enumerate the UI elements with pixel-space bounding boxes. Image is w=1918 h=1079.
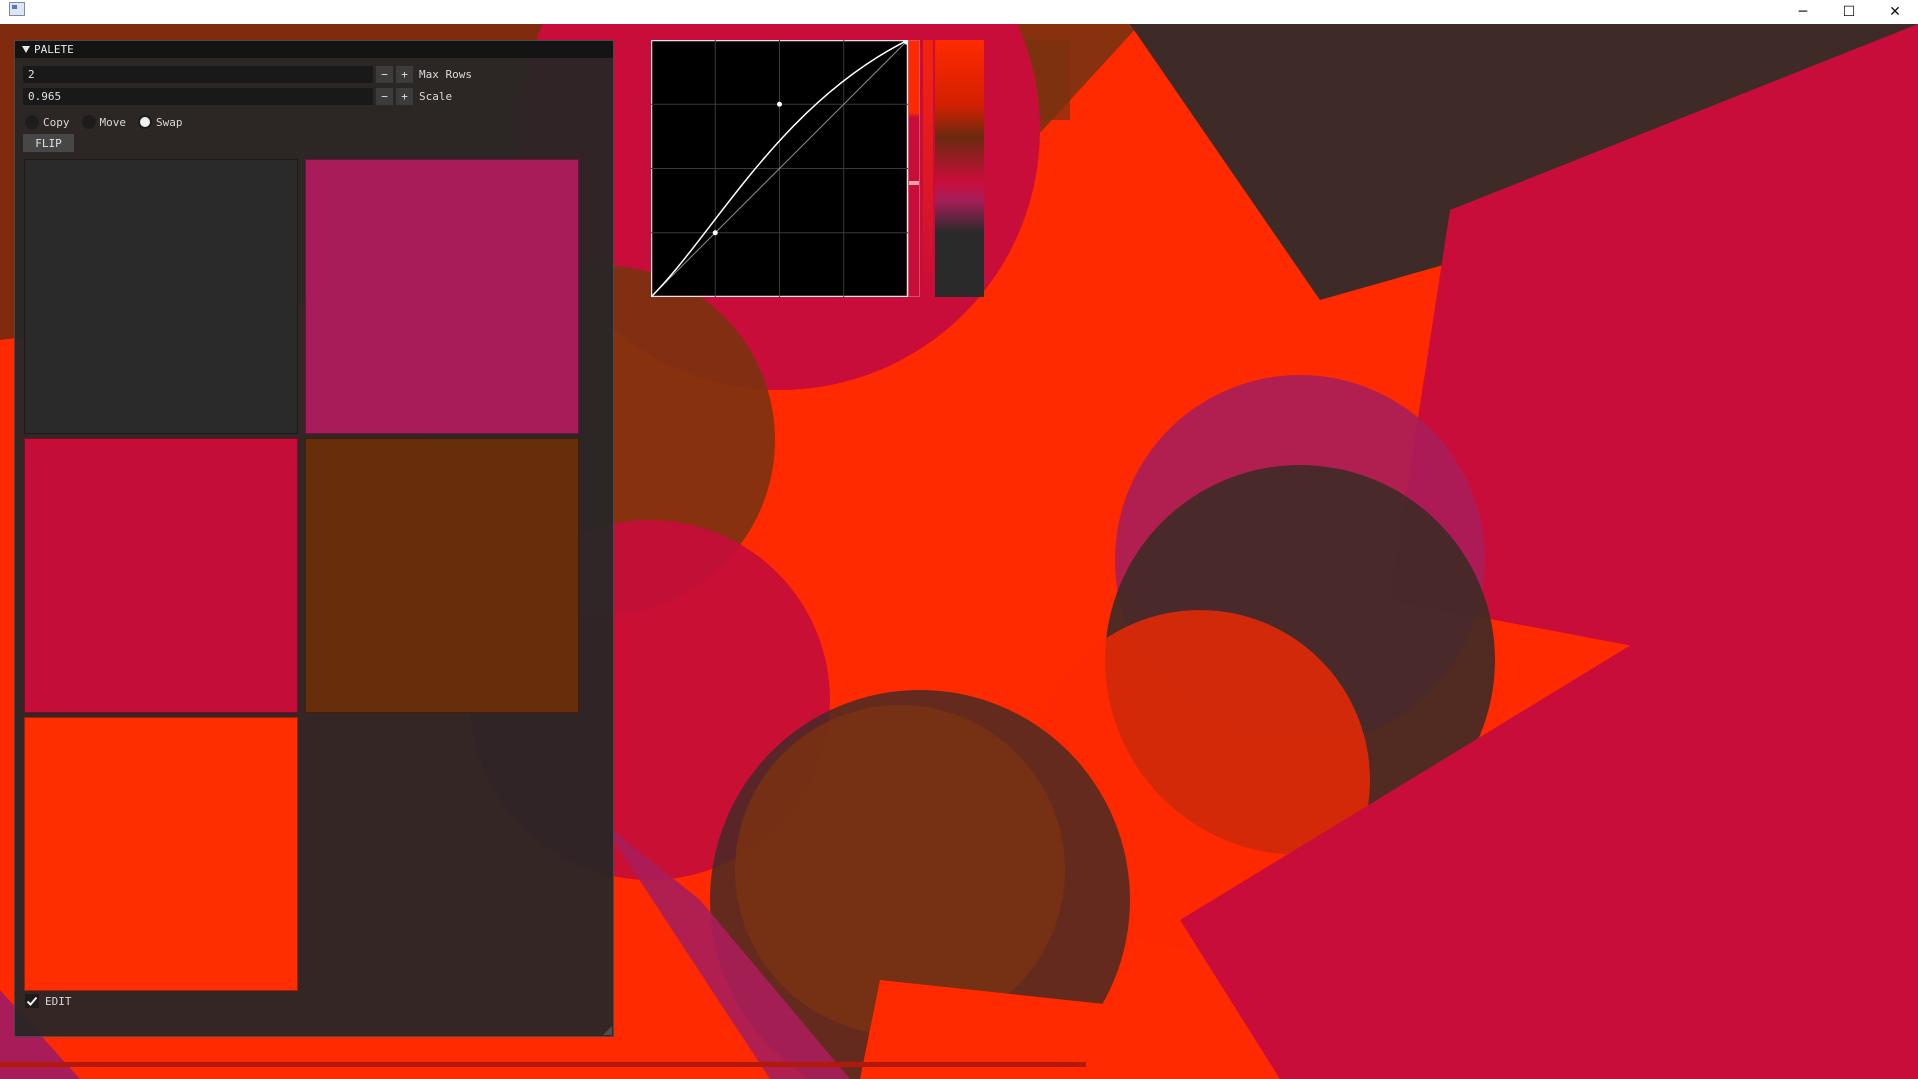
close-button[interactable]: ✕ [1872,0,1918,24]
radio-label: Copy [43,115,70,129]
max-rows-input[interactable] [23,66,373,83]
control-point[interactable] [712,230,718,236]
max-rows-label: Max Rows [419,68,472,81]
radio-copy[interactable]: Copy [25,115,70,129]
app-window-icon [9,2,25,16]
scale-decrement-button[interactable]: − [376,88,393,105]
max-rows-decrement-button[interactable]: − [376,66,393,83]
radio-label: Move [99,115,127,129]
radio-dot [25,115,39,129]
gradient-ramp[interactable] [935,40,984,297]
palette-panel: PALETE − + Max Rows − + Scale Copy Move … [14,40,614,1037]
panel-title: PALETE [34,43,74,56]
mode-radio-group: Copy Move Swap [25,114,195,130]
title-bar: ─ ☐ ✕ [0,0,1918,24]
swatch-1[interactable] [24,159,298,434]
ramp-preview-strip[interactable] [908,40,920,297]
radio-label: Swap [156,115,183,129]
radio-dot [81,115,96,129]
maximize-button[interactable]: ☐ [1826,0,1872,24]
curve-editor[interactable] [651,40,908,297]
flip-button[interactable]: FLIP [23,134,74,152]
radio-move[interactable]: Move [81,115,127,129]
edit-label: EDIT [45,994,72,1008]
swatch-2[interactable] [305,159,579,434]
minimize-button[interactable]: ─ [1780,0,1826,24]
max-rows-row: − + Max Rows [23,66,472,83]
checkmark-icon [26,996,38,1006]
ramp-secondary-strip [923,40,933,297]
swatch-4[interactable] [305,438,579,713]
panel-header[interactable]: PALETE [15,41,613,58]
scale-label: Scale [419,90,453,103]
scale-input[interactable] [23,88,373,105]
checkbox-box [25,994,39,1008]
radio-dot-selected [138,115,152,129]
edit-checkbox[interactable]: EDIT [25,994,72,1008]
swatch-5[interactable] [24,717,298,991]
progress-bar [0,1062,1086,1067]
scale-increment-button[interactable]: + [396,88,413,105]
control-point[interactable] [777,101,782,107]
resize-grip-icon[interactable] [603,1026,612,1035]
scale-row: − + Scale [23,88,452,105]
radio-swap[interactable]: Swap [138,115,183,129]
ramp-position-marker[interactable] [909,181,919,185]
swatch-3[interactable] [24,438,298,713]
triangle-down-icon [22,46,30,53]
max-rows-increment-button[interactable]: + [396,66,413,83]
